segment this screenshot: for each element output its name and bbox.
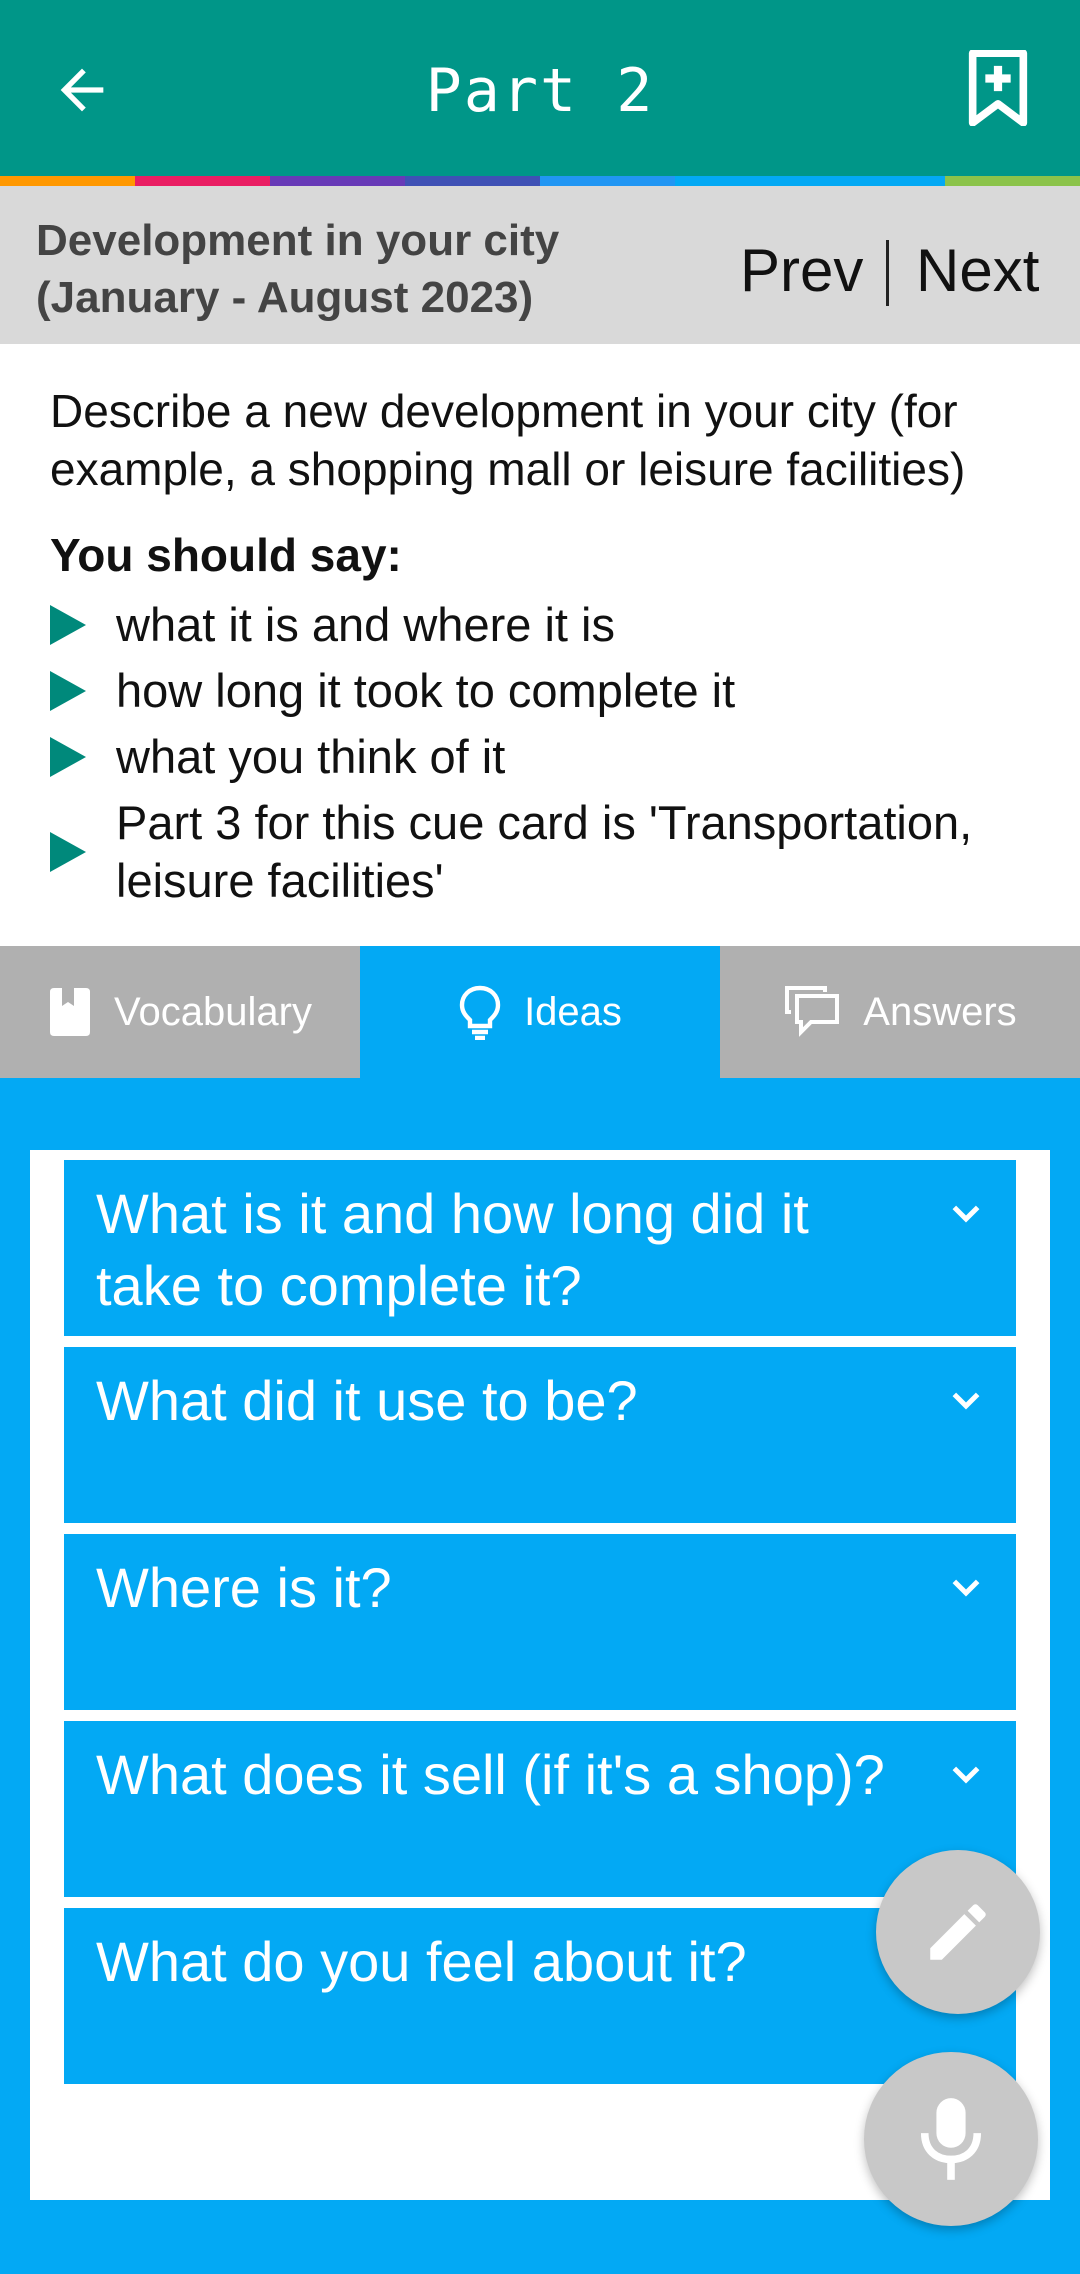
chevron-down-icon (952, 1392, 980, 1410)
bookmark-add-icon (968, 50, 1028, 126)
stripe-segment (810, 176, 945, 186)
pencil-icon (930, 1904, 986, 1960)
chevron-down-icon (952, 1205, 980, 1223)
tab-bar: Vocabulary Ideas Answers (0, 946, 1080, 1078)
tab-vocabulary[interactable]: Vocabulary (0, 946, 360, 1078)
chevron-down-icon (952, 1766, 980, 1784)
tab-answers[interactable]: Answers (720, 946, 1080, 1078)
bookmark-button[interactable] (956, 46, 1040, 130)
book-icon (48, 986, 92, 1038)
stripe-segment (270, 176, 405, 186)
tab-label: Vocabulary (114, 989, 312, 1034)
stripe-segment (945, 176, 1080, 186)
stripe-segment (135, 176, 270, 186)
topic-title-line1: Development in your city (36, 216, 560, 265)
microphone-icon (920, 2098, 982, 2180)
triangle-bullet-icon (50, 605, 86, 645)
question-accordion[interactable]: What did it use to be? (64, 1347, 1016, 1523)
prev-button[interactable]: Prev (740, 236, 863, 306)
lightbulb-icon (458, 984, 502, 1040)
cue-card: Describe a new development in your city … (0, 344, 1080, 946)
tab-ideas[interactable]: Ideas (360, 946, 720, 1078)
question-text: What is it and how long did it take to c… (96, 1182, 809, 1317)
topic-header: Development in your city (January - Augu… (0, 186, 1080, 344)
cue-point: how long it took to complete it (50, 662, 1050, 720)
should-say-label: You should say: (50, 529, 402, 581)
cue-point-text: what it is and where it is (116, 598, 615, 651)
question-text: Where is it? (96, 1556, 392, 1619)
cue-point: Part 3 for this cue card is 'Transportat… (50, 794, 1050, 910)
edit-fab-button[interactable] (876, 1850, 1040, 2014)
stripe-segment (540, 176, 675, 186)
question-text: What did it use to be? (96, 1369, 638, 1432)
topic-title: Development in your city (January - Augu… (36, 212, 676, 326)
topic-title-line2: (January - August 2023) (36, 273, 534, 322)
cue-point-text: how long it took to complete it (116, 664, 736, 717)
stripe-segment (405, 176, 540, 186)
tab-label: Ideas (524, 989, 622, 1034)
cue-point-text: Part 3 for this cue card is 'Transportat… (116, 796, 973, 907)
chevron-down-icon (952, 1579, 980, 1597)
question-accordion[interactable]: Where is it? (64, 1534, 1016, 1710)
nav-divider (886, 240, 889, 306)
stripe-segment (0, 176, 135, 186)
cue-point-text: what you think of it (116, 730, 506, 783)
question-text: What do you feel about it? (96, 1930, 747, 1993)
tab-label: Answers (863, 989, 1017, 1034)
app-bar: Part 2 (0, 0, 1080, 176)
question-accordion[interactable]: What do you feel about it? (64, 1908, 1016, 2084)
question-accordion[interactable]: What does it sell (if it's a shop)? (64, 1721, 1016, 1897)
stripe-segment (675, 176, 810, 186)
cue-point: what you think of it (50, 728, 1050, 786)
microphone-fab-button[interactable] (864, 2052, 1038, 2226)
triangle-bullet-icon (50, 832, 86, 872)
color-stripe (0, 176, 1080, 186)
next-button[interactable]: Next (916, 236, 1039, 306)
questions-panel: What is it and how long did it take to c… (30, 1150, 1050, 2200)
cue-point: what it is and where it is (50, 596, 1050, 654)
page-title: Part 2 (425, 56, 655, 126)
triangle-bullet-icon (50, 737, 86, 777)
question-text: What does it sell (if it's a shop)? (96, 1743, 885, 1806)
triangle-bullet-icon (50, 671, 86, 711)
chat-bubbles-icon (783, 984, 841, 1040)
cue-description: Describe a new development in your city … (50, 385, 966, 495)
question-accordion[interactable]: What is it and how long did it take to c… (64, 1160, 1016, 1336)
